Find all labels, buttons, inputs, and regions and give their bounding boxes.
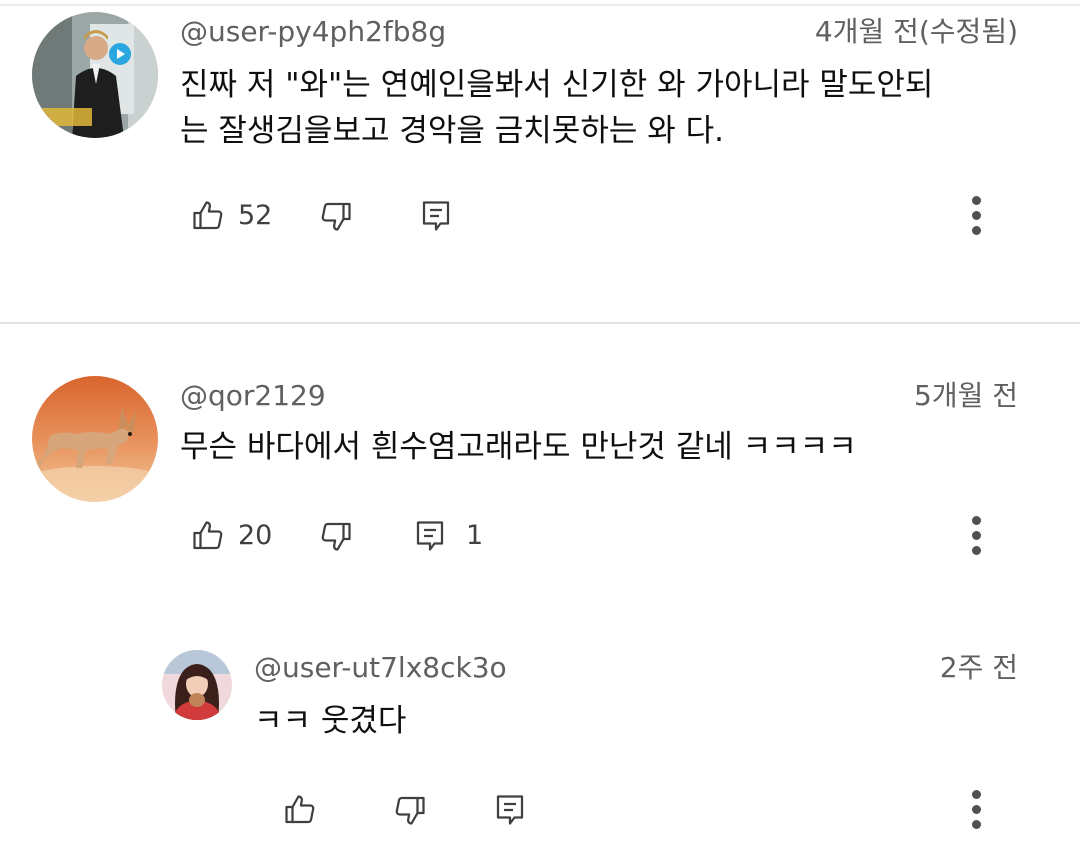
comment-thread: @qor2129 5개월 전 무슨 바다에서 흰수염고래라도 만난것 같네 ㅋㅋ… <box>0 324 1080 624</box>
dislike-button[interactable] <box>318 516 354 556</box>
reply-icon <box>422 201 450 231</box>
reply-button[interactable] <box>418 196 466 236</box>
comments-page: @user-py4ph2fb8g 4개월 전(수정됨) 진짜 저 "와"는 연예… <box>0 0 1080 863</box>
comment-author[interactable]: @user-py4ph2fb8g <box>180 15 446 49</box>
comment-text-line: 진짜 저 "와"는 연예인을봐서 신기한 와 가아니라 말도안되 <box>180 67 934 103</box>
comment-timestamp: 5개월 전 <box>914 379 1018 412</box>
reply-timestamp: 2주 전 <box>939 651 1018 684</box>
reply-text: ㅋㅋ 웃겼다 <box>254 703 407 739</box>
thumbs-up-icon <box>285 795 315 824</box>
avatar-woman-cup <box>162 650 232 720</box>
like-button[interactable]: 20 <box>190 516 272 556</box>
reply-icon <box>496 795 524 825</box>
thumbs-down-icon <box>395 796 425 825</box>
reply-item: @user-ut7lx8ck3o 2주 전 ㅋㅋ 웃겼다 <box>0 624 1080 863</box>
dislike-button[interactable] <box>318 196 354 236</box>
avatar[interactable] <box>32 12 158 138</box>
thumbs-down-icon <box>321 522 351 551</box>
avatar[interactable] <box>162 650 232 720</box>
comment-text-line: 무슨 바다에서 흰수염고래라도 만난것 같네 ㅋㅋㅋㅋ <box>180 429 857 465</box>
avatar-man-suit <box>32 12 158 138</box>
more-vert-icon[interactable] <box>970 194 982 238</box>
like-button[interactable] <box>282 790 330 830</box>
comment-actions: 52 <box>190 196 1080 236</box>
avatar-fennec-fox <box>32 376 158 502</box>
comment-author[interactable]: @qor2129 <box>180 379 326 413</box>
like-count: 52 <box>238 200 273 231</box>
more-vert-icon[interactable] <box>970 514 982 558</box>
avatar[interactable] <box>32 376 158 502</box>
comment-timestamp: 4개월 전(수정됨) <box>814 15 1018 48</box>
reply-button[interactable]: 1 <box>412 516 483 556</box>
dislike-button[interactable] <box>392 790 428 830</box>
like-button[interactable]: 52 <box>190 196 272 236</box>
comment-text-line: 는 잘생김을보고 경악을 금치못하는 와 다. <box>180 113 724 149</box>
thumbs-down-icon <box>321 202 351 231</box>
reply-button[interactable] <box>492 790 528 830</box>
comment-actions: 20 1 <box>190 516 1080 556</box>
thumbs-up-icon <box>193 201 223 230</box>
reply-icon <box>416 521 444 551</box>
thumbs-up-icon <box>193 521 223 550</box>
more-vert-icon[interactable] <box>970 788 982 832</box>
comment-thread: @user-py4ph2fb8g 4개월 전(수정됨) 진짜 저 "와"는 연예… <box>0 0 1080 322</box>
like-count: 20 <box>238 520 273 551</box>
reply-count: 1 <box>466 520 484 551</box>
reply-author[interactable]: @user-ut7lx8ck3o <box>254 651 507 685</box>
reply-actions <box>282 790 1080 830</box>
